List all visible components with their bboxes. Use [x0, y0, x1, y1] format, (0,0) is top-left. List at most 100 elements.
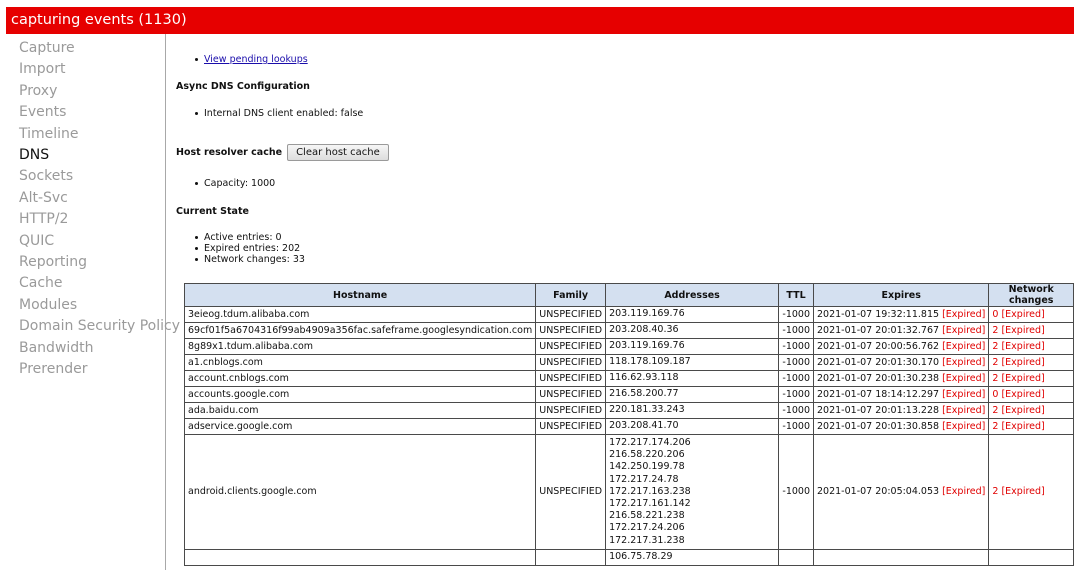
expired-tag: [Expired]	[942, 405, 986, 416]
family-cell: UNSPECIFIED	[535, 354, 607, 371]
address-entry: 172.217.24.78	[609, 473, 679, 485]
column-header-ttl: TTL	[778, 283, 814, 307]
network-changes-count: 2	[992, 325, 999, 336]
expired-tag: [Expired]	[1001, 373, 1045, 384]
network-changes-cell	[988, 548, 1074, 566]
expired-tag: [Expired]	[942, 373, 986, 384]
sidebar-item-http-2[interactable]: HTTP/2	[0, 209, 165, 230]
expires-time: 2021-01-07 20:01:32.767	[817, 325, 940, 336]
network-changes-item: Network changes: 33	[192, 254, 305, 265]
sidebar-item-dns[interactable]: DNS	[0, 145, 165, 166]
expires-cell: 2021-01-07 20:05:04.053 [Expired]	[812, 434, 990, 550]
addresses-cell: 172.217.174.206 216.58.220.206 142.250.199…	[605, 434, 780, 550]
address-entry: 172.217.161.142	[609, 498, 691, 510]
sidebar-item-capture[interactable]: Capture	[0, 38, 165, 59]
expires-cell	[812, 548, 990, 566]
sidebar-item-timeline[interactable]: Timeline	[0, 124, 165, 145]
internal-dns-status: Internal DNS client enabled: false	[192, 108, 363, 119]
sidebar-item-bandwidth[interactable]: Bandwidth	[0, 338, 165, 359]
expires-time: 2021-01-07 20:01:30.858	[817, 421, 940, 432]
expires-time: 2021-01-07 20:01:13.228	[817, 405, 940, 416]
ttl-cell: -1000	[778, 306, 814, 323]
clear-host-cache-button[interactable]: Clear host cache	[287, 144, 389, 161]
network-changes-count: 2	[992, 341, 999, 352]
address-entry: 172.217.31.238	[609, 534, 685, 546]
network-changes-cell: 2 [Expired]	[988, 322, 1074, 339]
column-header-expires: Expires	[812, 283, 990, 307]
table-row: adservice.google.com UNSPECIFIED 203.208.4…	[183, 418, 1074, 435]
dns-view: View pending lookups Async DNS Configura…	[176, 34, 1074, 570]
expired-tag: [Expired]	[942, 325, 986, 336]
column-header-family: Family	[535, 283, 607, 307]
hostname-cell: 8g89x1.tdum.alibaba.com	[183, 338, 537, 355]
sidebar-item-prerender[interactable]: Prerender	[0, 359, 165, 380]
table-row: 3eieog.tdum.alibaba.com UNSPECIFIED 203.11…	[183, 306, 1074, 323]
family-cell: UNSPECIFIED	[535, 386, 607, 403]
capacity-item: Capacity: 1000	[192, 178, 275, 189]
network-changes-cell: 2 [Expired]	[988, 338, 1074, 355]
table-header-row: Hostname Family Addresses TTL Expires Ne…	[183, 283, 1074, 307]
active-entries-item: Active entries: 0	[192, 232, 305, 243]
network-changes-count: 2	[992, 486, 999, 498]
view-pending-lookups-link[interactable]: View pending lookups	[204, 54, 308, 65]
sidebar-item-reporting[interactable]: Reporting	[0, 252, 165, 273]
addresses-cell: 118.178.109.187	[605, 354, 780, 371]
expires-cell: 2021-01-07 19:32:11.815 [Expired]	[812, 306, 990, 323]
network-changes-cell: 0 [Expired]	[988, 386, 1074, 403]
expired-tag: [Expired]	[1001, 325, 1045, 336]
hostname-cell: account.cnblogs.com	[183, 370, 537, 387]
address-entry: 203.208.41.70	[609, 420, 679, 432]
expires-cell: 2021-01-07 20:01:30.238 [Expired]	[812, 370, 990, 387]
addresses-cell: 203.208.41.70	[605, 418, 780, 435]
address-entry: 203.119.169.76	[609, 308, 685, 320]
sidebar-item-proxy[interactable]: Proxy	[0, 81, 165, 102]
host-cache-table-body: 3eieog.tdum.alibaba.com UNSPECIFIED 203.11…	[183, 306, 1074, 566]
table-row: a1.cnblogs.com UNSPECIFIED 118.178.109.187…	[183, 354, 1074, 371]
table-row: 106.75.78.29	[183, 548, 1074, 566]
network-changes-count: 0	[992, 309, 999, 320]
ttl-cell: -1000	[778, 418, 814, 435]
addresses-cell: 203.119.169.76	[605, 338, 780, 355]
column-header-hostname: Hostname	[183, 283, 537, 307]
expired-entries-item: Expired entries: 202	[192, 243, 305, 254]
addresses-cell: 220.181.33.243	[605, 402, 780, 419]
network-changes-cell: 0 [Expired]	[988, 306, 1074, 323]
sidebar-item-events[interactable]: Events	[0, 102, 165, 123]
address-entry: 203.208.40.36	[609, 324, 679, 336]
current-state-heading: Current State	[176, 206, 249, 217]
addresses-cell: 106.75.78.29	[605, 548, 780, 566]
state-list: Active entries: 0 Expired entries: 202 N…	[192, 232, 305, 265]
addresses-cell: 216.58.200.77	[605, 386, 780, 403]
expires-time: 2021-01-07 20:00:56.762	[817, 341, 940, 352]
table-row: account.cnblogs.com UNSPECIFIED 116.62.93.…	[183, 370, 1074, 387]
table-row: accounts.google.com UNSPECIFIED 216.58.200…	[183, 386, 1074, 403]
expired-tag: [Expired]	[1001, 486, 1045, 498]
expired-tag: [Expired]	[942, 486, 986, 498]
ttl-cell: -1000	[778, 386, 814, 403]
expires-cell: 2021-01-07 18:14:12.297 [Expired]	[812, 386, 990, 403]
expired-tag: [Expired]	[1001, 357, 1045, 368]
address-entry: 203.119.169.76	[609, 340, 685, 352]
hostname-cell: ada.baidu.com	[183, 402, 537, 419]
sidebar-item-import[interactable]: Import	[0, 59, 165, 80]
network-changes-cell: 2 [Expired]	[988, 354, 1074, 371]
sidebar-item-domain-security-policy[interactable]: Domain Security Policy	[0, 316, 180, 337]
expired-tag: [Expired]	[1001, 405, 1045, 416]
family-cell: UNSPECIFIED	[535, 402, 607, 419]
network-changes-cell: 2 [Expired]	[988, 418, 1074, 435]
expires-time: 2021-01-07 20:01:30.170	[817, 357, 940, 368]
address-entry: 172.217.24.206	[609, 522, 685, 534]
sidebar-item-quic[interactable]: QUIC	[0, 231, 165, 252]
expires-cell: 2021-01-07 20:01:32.767 [Expired]	[812, 322, 990, 339]
network-changes-count: 2	[992, 405, 999, 416]
sidebar-item-cache[interactable]: Cache	[0, 273, 165, 294]
expired-tag: [Expired]	[1001, 421, 1045, 432]
sidebar-item-sockets[interactable]: Sockets	[0, 166, 165, 187]
address-entry: 118.178.109.187	[609, 356, 691, 368]
ttl-cell: -1000	[778, 322, 814, 339]
expired-tag: [Expired]	[1001, 341, 1045, 352]
expires-cell: 2021-01-07 20:01:30.170 [Expired]	[812, 354, 990, 371]
sidebar-nav: Capture Import Proxy Events Timeline DNS Socke…	[0, 34, 180, 570]
sidebar-item-alt-svc[interactable]: Alt-Svc	[0, 188, 165, 209]
sidebar-item-modules[interactable]: Modules	[0, 295, 165, 316]
